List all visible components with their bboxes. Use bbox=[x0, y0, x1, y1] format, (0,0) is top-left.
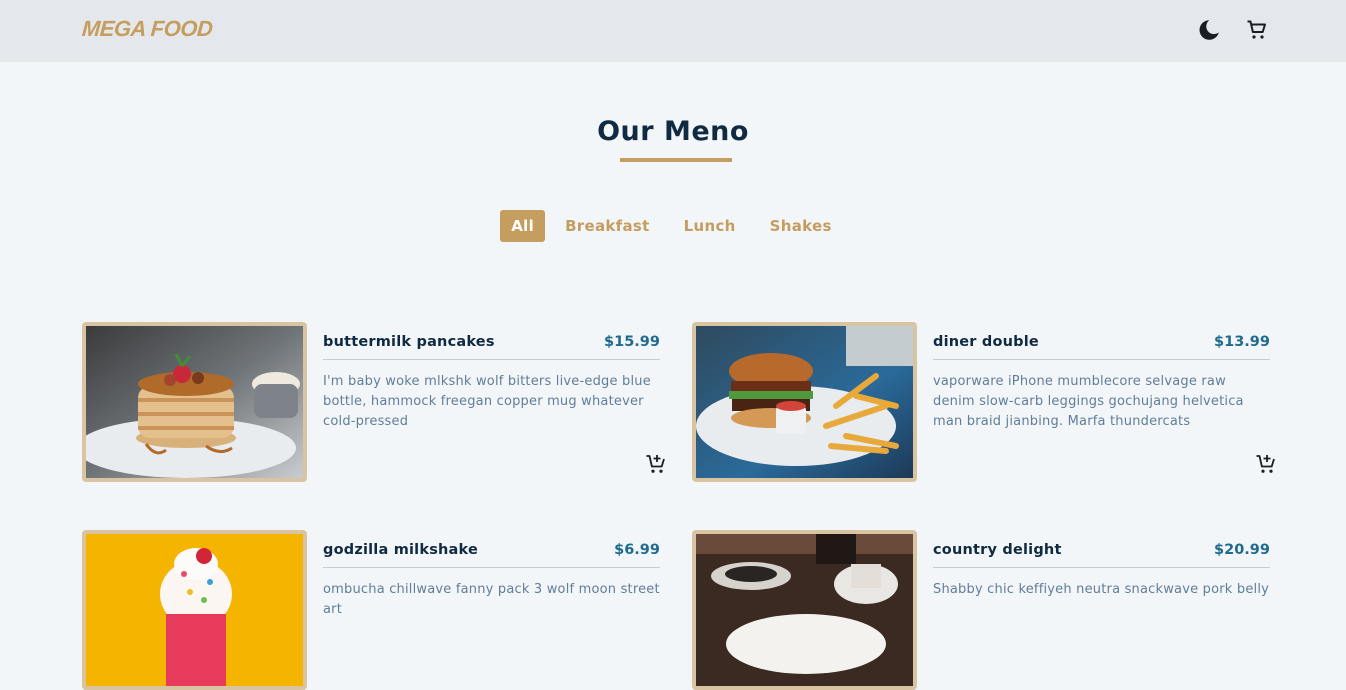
add-to-cart-icon[interactable] bbox=[644, 452, 668, 476]
menu-item: buttermilk pancakes $15.99 I'm baby woke… bbox=[82, 322, 670, 482]
item-info: country delight $20.99 Shabby chic keffi… bbox=[933, 530, 1270, 600]
menu-item: country delight $20.99 Shabby chic keffi… bbox=[692, 530, 1280, 690]
item-header: buttermilk pancakes $15.99 bbox=[323, 322, 660, 360]
title-underline bbox=[620, 158, 732, 162]
filter-lunch-button[interactable]: Lunch bbox=[670, 210, 750, 242]
add-to-cart-icon[interactable] bbox=[1254, 452, 1278, 476]
item-description: ombucha chillwave fanny pack 3 wolf moon… bbox=[323, 582, 660, 617]
item-name: diner double bbox=[933, 333, 1039, 350]
logo[interactable]: MEGA FOOD bbox=[81, 16, 213, 42]
filter-bar: All Breakfast Lunch Shakes bbox=[0, 210, 1346, 242]
item-description: vaporware iPhone mumblecore selvage raw … bbox=[933, 374, 1244, 429]
item-name: country delight bbox=[933, 541, 1062, 558]
item-name: godzilla milkshake bbox=[323, 541, 479, 558]
item-photo-burger bbox=[692, 322, 917, 482]
item-price: $6.99 bbox=[614, 541, 660, 558]
page-title: Our Meno bbox=[597, 116, 749, 147]
item-name: buttermilk pancakes bbox=[323, 333, 495, 350]
menu-item: godzilla milkshake $6.99 ombucha chillwa… bbox=[82, 530, 670, 690]
item-price: $13.99 bbox=[1214, 333, 1270, 350]
item-info: buttermilk pancakes $15.99 I'm baby woke… bbox=[323, 322, 660, 432]
item-header: country delight $20.99 bbox=[933, 530, 1270, 568]
item-info: diner double $13.99 vaporware iPhone mum… bbox=[933, 322, 1270, 432]
cart-icon[interactable] bbox=[1245, 18, 1269, 42]
item-description: I'm baby woke mlkshk wolf bitters live-e… bbox=[323, 374, 651, 429]
filter-breakfast-button[interactable]: Breakfast bbox=[551, 210, 664, 242]
moon-icon[interactable] bbox=[1197, 18, 1221, 42]
item-price: $20.99 bbox=[1214, 541, 1270, 558]
item-header: diner double $13.99 bbox=[933, 322, 1270, 360]
item-info: godzilla milkshake $6.99 ombucha chillwa… bbox=[323, 530, 660, 620]
filter-all-button[interactable]: All bbox=[500, 210, 546, 242]
filter-shakes-button[interactable]: Shakes bbox=[756, 210, 846, 242]
menu-item: diner double $13.99 vaporware iPhone mum… bbox=[692, 322, 1280, 482]
item-photo-country-delight bbox=[692, 530, 917, 690]
item-photo-milkshake bbox=[82, 530, 307, 690]
item-photo-pancakes bbox=[82, 322, 307, 482]
item-description: Shabby chic keffiyeh neutra snackwave po… bbox=[933, 582, 1270, 597]
item-price: $15.99 bbox=[604, 333, 660, 350]
item-header: godzilla milkshake $6.99 bbox=[323, 530, 660, 568]
navbar: MEGA FOOD bbox=[0, 0, 1346, 62]
